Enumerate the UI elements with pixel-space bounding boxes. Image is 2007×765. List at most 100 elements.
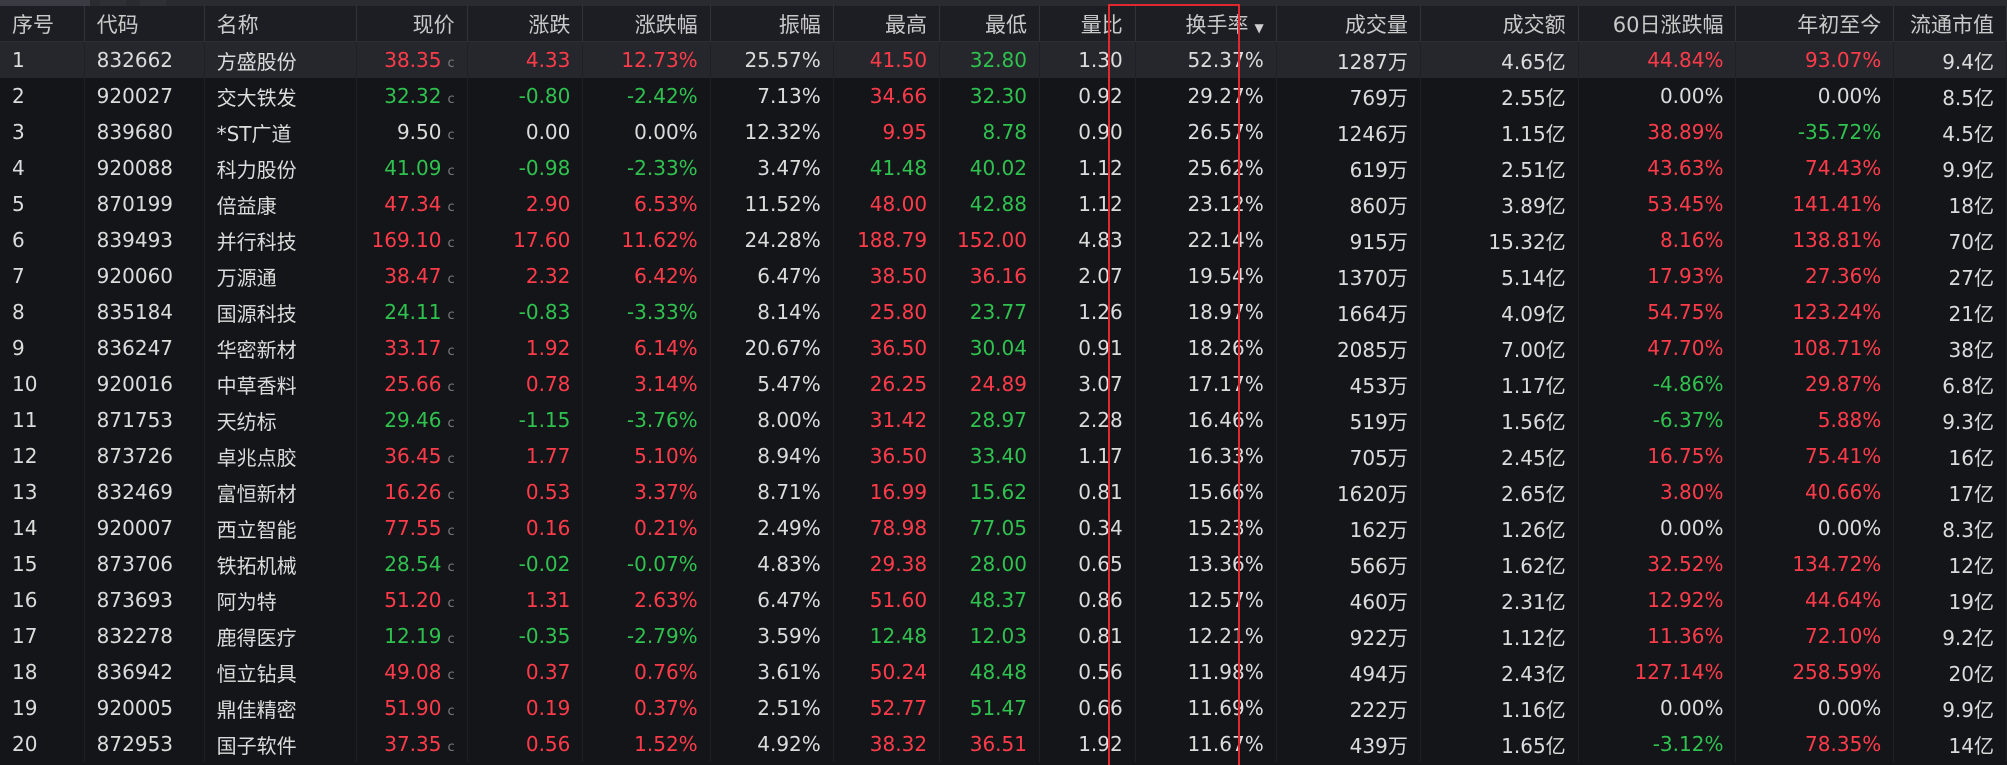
cell-seq-value: 16 [12,588,38,612]
cell-change: 0.78 [467,366,584,402]
cell-ytd: 74.43% [1735,150,1895,186]
cell-ytd-value: 74.43% [1805,156,1882,180]
cell-ytd-value: 258.59% [1792,660,1882,684]
cell-low-value: 12.03 [969,624,1027,648]
cell-amount: 7.00亿 [1420,330,1579,366]
cell-change-value: 0.16 [525,516,571,540]
cell-low: 36.51 [939,726,1040,762]
cell-price-value: 77.55 [384,516,442,540]
table-row[interactable]: 20 872953 国子软件 37.35 c 0.56 1.52% 4.92% 38.32 36.… [0,726,2007,762]
cell-seq-value: 14 [12,516,38,540]
cell-code: 870199 [84,186,205,222]
cell-price-value: 38.47 [384,264,442,288]
cell-pct: 11.62% [582,222,711,258]
cell-mcap-value: 8.5亿 [1942,85,1994,110]
cell-volume-value: 1370万 [1336,265,1408,290]
cell-amount: 2.31亿 [1420,582,1579,618]
table-row[interactable]: 1 832662 方盛股份 38.35 c 4.33 12.73% 25.57% 41.50 32… [0,41,2007,78]
table-row[interactable]: 16 873693 阿为特 51.20 c 1.31 2.63% 6.47% 51.60 48.3… [0,582,2007,618]
table-row[interactable]: 4 920088 科力股份 41.09 c -0.98 -2.33% 3.47% 41.48 40… [0,150,2007,186]
table-row[interactable]: 14 920007 西立智能 77.55 c 0.16 0.21% 2.49% 78.98 77.… [0,510,2007,546]
col-header-volume[interactable]: 成交量 [1276,6,1421,42]
cell-amplitude: 8.71% [710,474,834,510]
cell-ytd-value: -35.72% [1797,120,1882,144]
cell-pct-value: 3.14% [634,372,698,396]
col-header-turnover[interactable]: 换手率 ▼ [1135,6,1277,42]
col-header-change[interactable]: 涨跌 [467,6,584,42]
col-header-amount[interactable]: 成交额 [1420,6,1579,42]
cell-d60-value: -4.86% [1652,372,1724,396]
cell-code: 835184 [84,294,205,330]
cell-mcap: 38亿 [1893,330,2007,366]
table-row[interactable]: 11 871753 天纺标 29.46 c -1.15 -3.76% 8.00% 31.42 28… [0,402,2007,438]
table-row[interactable]: 12 873726 卓兆点胶 36.45 c 1.77 5.10% 8.94% 36.50 33.… [0,438,2007,474]
cell-mcap-value: 19亿 [1948,589,1994,614]
cell-change: 17.60 [467,222,584,258]
col-header-low[interactable]: 最低 [939,6,1040,42]
cell-amount-value: 2.51亿 [1501,157,1566,182]
table-row[interactable]: 18 836942 恒立钻具 49.08 c 0.37 0.76% 3.61% 50.24 48.… [0,654,2007,690]
cell-high-value: 25.80 [869,300,928,324]
cell-turnover: 11.69% [1135,690,1277,726]
cell-volume-value: 922万 [1349,625,1408,650]
table-row[interactable]: 17 832278 鹿得医疗 12.19 c -0.35 -2.79% 3.59% 12.48 1… [0,618,2007,654]
cell-volume-value: 1620万 [1336,481,1408,506]
cell-turnover: 12.21% [1135,618,1277,654]
col-header-ytd[interactable]: 年初至今 [1735,6,1895,42]
cell-change-value: 17.60 [513,228,571,252]
col-header-price[interactable]: 现价 [356,6,468,42]
table-row[interactable]: 8 835184 国源科技 24.11 c -0.83 -3.33% 8.14% 25.80 23… [0,294,2007,330]
cell-pct: -3.76% [582,402,711,438]
table-row[interactable]: 19 920005 鼎佳精密 51.90 c 0.19 0.37% 2.51% 52.77 51.… [0,690,2007,726]
cell-ytd-value: 27.36% [1805,264,1882,288]
col-header-amplitude[interactable]: 振幅 [710,6,834,42]
cell-change-value: -0.98 [518,156,571,180]
cell-seq-value: 7 [12,264,25,288]
cell-price-value: 47.34 [384,192,442,216]
cell-turnover: 13.36% [1135,546,1277,582]
cell-seq: 18 [0,654,85,690]
table-row[interactable]: 13 832469 富恒新材 16.26 c 0.53 3.37% 8.71% 16.99 15.… [0,474,2007,510]
cell-name: 中草香料 [204,366,358,402]
cell-name-value: 国源科技 [216,301,297,326]
cell-code: 832278 [84,618,205,654]
col-header-code[interactable]: 代码 [84,6,205,42]
table-row[interactable]: 3 839680 *ST广道 9.50 c 0.00 0.00% 12.32% 9.95 8.78… [0,114,2007,150]
col-header-mcap[interactable]: 流通市值 [1893,6,2007,42]
col-header-seq[interactable]: 序号 [0,6,85,42]
cell-seq-value: 3 [12,120,25,144]
cell-turnover: 25.62% [1135,150,1277,186]
cell-high-value: 12.48 [869,624,928,648]
price-suffix: c [447,560,455,575]
cell-price-value: 51.90 [384,696,442,720]
cell-amount-value: 5.14亿 [1501,265,1566,290]
cell-seq: 5 [0,186,85,222]
col-header-name[interactable]: 名称 [204,6,358,42]
table-row[interactable]: 9 836247 华密新材 33.17 c 1.92 6.14% 20.67% 36.50 30.… [0,330,2007,366]
table-row[interactable]: 5 870199 倍益康 47.34 c 2.90 6.53% 11.52% 48.00 42.8… [0,186,2007,222]
table-row[interactable]: 15 873706 铁拓机械 28.54 c -0.02 -0.07% 4.83% 29.38 2… [0,546,2007,582]
cell-name-value: *ST广道 [216,121,292,146]
cell-code: 839680 [84,114,205,150]
cell-low: 48.37 [939,582,1040,618]
cell-amount-value: 1.65亿 [1501,733,1566,758]
col-header-d60[interactable]: 60日涨跌幅 [1578,6,1737,42]
col-header-pct[interactable]: 涨跌幅 [582,6,711,42]
col-header-high[interactable]: 最高 [833,6,941,42]
cell-high-value: 36.50 [869,336,928,360]
table-row[interactable]: 2 920027 交大铁发 32.32 c -0.80 -2.42% 7.13% 34.66 32… [0,78,2007,114]
table-row[interactable]: 6 839493 并行科技 169.10 c 17.60 11.62% 24.28% 188.7… [0,222,2007,258]
table-row[interactable]: 7 920060 万源通 38.47 c 2.32 6.42% 6.47% 38.50 36.16… [0,258,2007,294]
cell-code: 871753 [84,402,205,438]
cell-amplitude: 7.13% [710,78,834,114]
table-row[interactable]: 10 920016 中草香料 25.66 c 0.78 3.14% 5.47% 26.25 24.… [0,366,2007,402]
cell-amplitude-value: 2.49% [757,516,821,540]
cell-low-value: 51.47 [969,696,1027,720]
cell-low-value: 15.62 [969,480,1027,504]
cell-low: 8.78 [939,114,1040,150]
cell-high: 48.00 [833,186,941,222]
cell-d60: 44.84% [1578,41,1737,78]
col-header-volratio[interactable]: 量比 [1039,6,1136,42]
cell-price: 16.26 c [356,474,468,510]
cell-pct-value: 5.10% [634,444,698,468]
